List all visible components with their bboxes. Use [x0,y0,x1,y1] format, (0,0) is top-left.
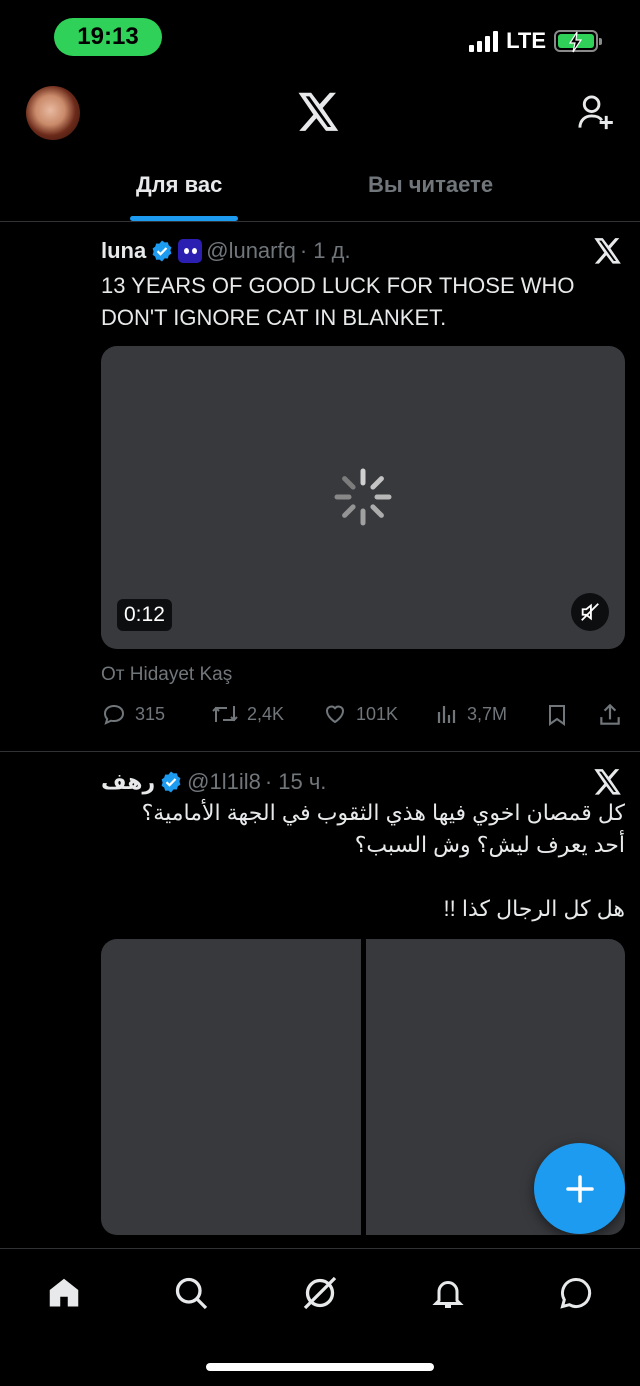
grok-icon [303,1276,337,1310]
search-icon [175,1277,208,1310]
reply-count: 315 [135,703,166,724]
like-count: 101K [356,703,399,724]
tweet[interactable]: luna @lunarfq · 1 д. 13 YEARS OF GOOD LU… [0,222,640,752]
x-source-icon [594,769,622,800]
verified-badge-icon [152,240,172,262]
nav-notifications[interactable] [426,1271,470,1315]
x-logo-icon[interactable] [298,92,340,137]
tweet-text: 13 YEARS OF GOOD LUCK FOR THOSE WHO DON'… [101,273,575,330]
tweet-text-line: كل قمصان اخوي فيها هذي الثقوب في الجهة ا… [141,800,625,825]
tweet-time: · 1 д. [299,238,351,263]
retweet-count: 2,4K [247,703,285,724]
video-duration: 0:12 [117,599,172,631]
verified-badge-icon [161,771,181,793]
tweet-video[interactable]: 0:12 [101,346,625,649]
views-button[interactable]: 3,7M [435,702,507,726]
mute-button[interactable] [571,593,609,631]
reply-icon [103,704,125,725]
reply-button[interactable]: 315 [101,702,165,726]
muted-speaker-icon [581,603,599,621]
tweet-text: كل قمصان اخوي فيها هذي الثقوب في الجهة ا… [101,797,625,925]
tweet-handle[interactable]: @1l1il8 [187,769,261,795]
retweet-icon [212,706,238,722]
like-button[interactable]: 101K [322,702,398,726]
nav-search[interactable] [169,1271,213,1315]
home-indicator[interactable] [206,1363,434,1371]
signal-icon [469,30,499,52]
home-icon [49,1278,79,1307]
tab-for-you[interactable]: Для вас [136,172,222,198]
profile-avatar[interactable] [26,86,80,140]
share-icon [600,703,620,725]
tweet-actions: 315 2,4K 101K 3,7M [101,702,625,730]
tweet-author-name[interactable]: رهف [101,769,155,795]
x-source-icon [594,238,622,269]
tweet-time: · 15 ч. [264,769,327,794]
status-indicators: LTE [469,28,602,54]
bookmark-button[interactable] [545,702,569,728]
heart-icon [325,705,345,724]
bookmark-icon [549,705,565,726]
plus-icon [565,1174,594,1203]
tweet-header: رهف @1l1il8 · 15 ч. [101,769,326,795]
active-tab-indicator [130,216,238,221]
compose-button[interactable] [534,1143,625,1234]
retweeted-from[interactable]: От Hidayet Kaş [101,664,232,686]
nav-messages[interactable] [554,1271,598,1315]
tweet-text-line: هل كل الرجال كذا !! [443,896,625,921]
loading-spinner-icon [334,468,392,526]
nav-home[interactable] [42,1271,86,1315]
bottom-navigation [0,1248,640,1386]
tweet-text-line: أحد يعرف ليش؟ وش السبب؟ [354,832,625,857]
tweet-author-name[interactable]: luna [101,238,146,264]
status-time: 19:13 [54,18,162,56]
views-chart-icon [437,706,456,723]
network-type: LTE [506,28,546,53]
tab-following[interactable]: Вы читаете [368,172,493,198]
tweet-header: luna @lunarfq · 1 д. [101,238,351,264]
share-button[interactable] [597,702,623,728]
views-count: 3,7M [467,703,508,724]
add-user-icon[interactable] [578,94,614,137]
image-divider [361,939,366,1235]
battery-icon [554,30,602,53]
messages-icon [560,1277,592,1309]
affiliate-badge-icon [178,239,203,263]
nav-grok[interactable] [298,1271,342,1315]
retweet-button[interactable]: 2,4K [211,702,284,726]
notifications-icon [432,1281,464,1308]
timeline-tabs: Для вас Вы читаете [0,160,640,222]
tweet-handle[interactable]: @lunarfq [206,238,296,264]
